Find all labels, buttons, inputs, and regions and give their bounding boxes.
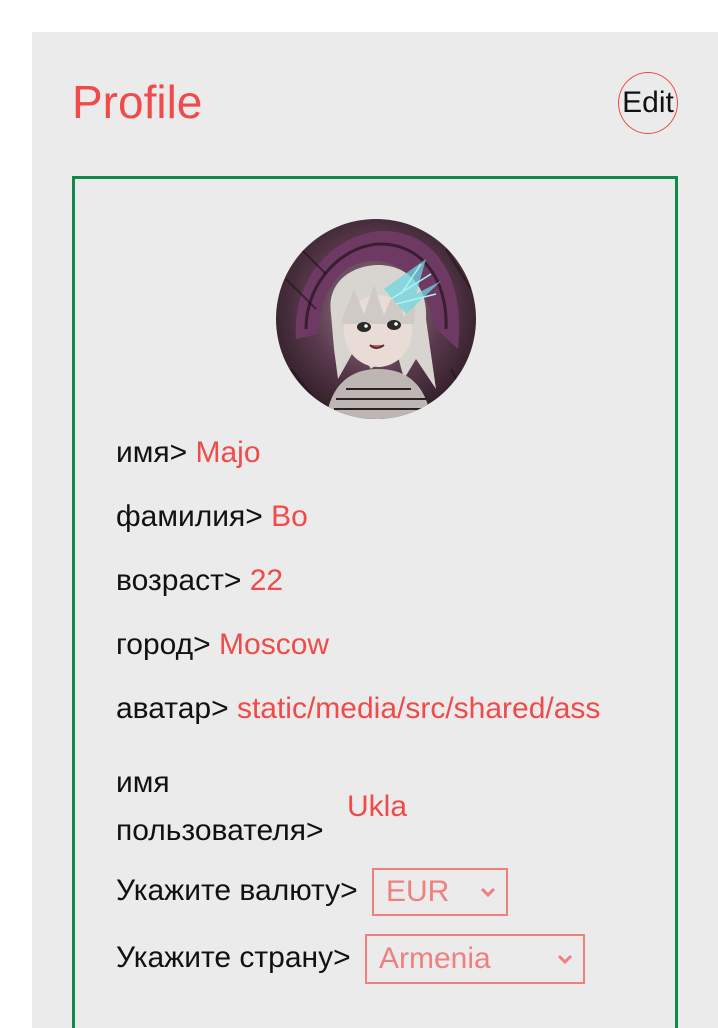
avatar-image xyxy=(276,219,476,419)
field-country: Укажите страну> Armenia xyxy=(116,934,585,984)
field-value: Majo xyxy=(195,436,261,469)
field-city: город> Moscow xyxy=(116,628,329,662)
field-username: имя пользователя> Ukla xyxy=(116,759,456,855)
field-value: Ukla xyxy=(347,790,408,823)
chevron-down-icon xyxy=(557,954,573,965)
field-label: Укажите страну> xyxy=(116,940,351,974)
field-label: имя пользователя> xyxy=(116,759,324,855)
field-currency: Укажите валюту> EUR xyxy=(116,868,508,916)
country-selected: Armenia xyxy=(378,942,491,975)
field-first-name: имя> Majo xyxy=(116,436,261,470)
field-label-line: имя xyxy=(116,766,170,799)
profile-card: имя> Majo фамилия> Bo возраст> 22 город>… xyxy=(72,176,678,1028)
edit-button[interactable]: Edit xyxy=(618,72,678,134)
country-select[interactable]: Armenia xyxy=(364,934,585,984)
page-title: Profile xyxy=(72,76,203,128)
avatar xyxy=(276,219,476,419)
chevron-down-icon xyxy=(480,887,496,898)
field-label-line: пользователя> xyxy=(116,814,324,847)
field-avatar-path: аватар> static/media/src/shared/ass xyxy=(116,692,600,726)
field-label: фамилия> xyxy=(116,500,263,533)
field-label: возраст> xyxy=(116,564,242,597)
field-label: город> xyxy=(116,628,211,661)
currency-selected: EUR xyxy=(386,875,450,908)
field-value: static/media/src/shared/ass xyxy=(236,692,601,725)
field-value: Bo xyxy=(271,500,308,533)
field-value: Moscow xyxy=(219,628,330,661)
currency-select[interactable]: EUR xyxy=(372,868,508,916)
profile-panel: Profile Edit имя> Majo фамилия> Bo возра… xyxy=(32,32,718,1028)
field-label: аватар> xyxy=(116,692,229,725)
field-label: Укажите валюту> xyxy=(116,873,358,907)
field-last-name: фамилия> Bo xyxy=(116,500,308,534)
field-label: имя> xyxy=(116,436,188,469)
field-value: 22 xyxy=(249,564,284,597)
field-age: возраст> 22 xyxy=(116,564,283,598)
